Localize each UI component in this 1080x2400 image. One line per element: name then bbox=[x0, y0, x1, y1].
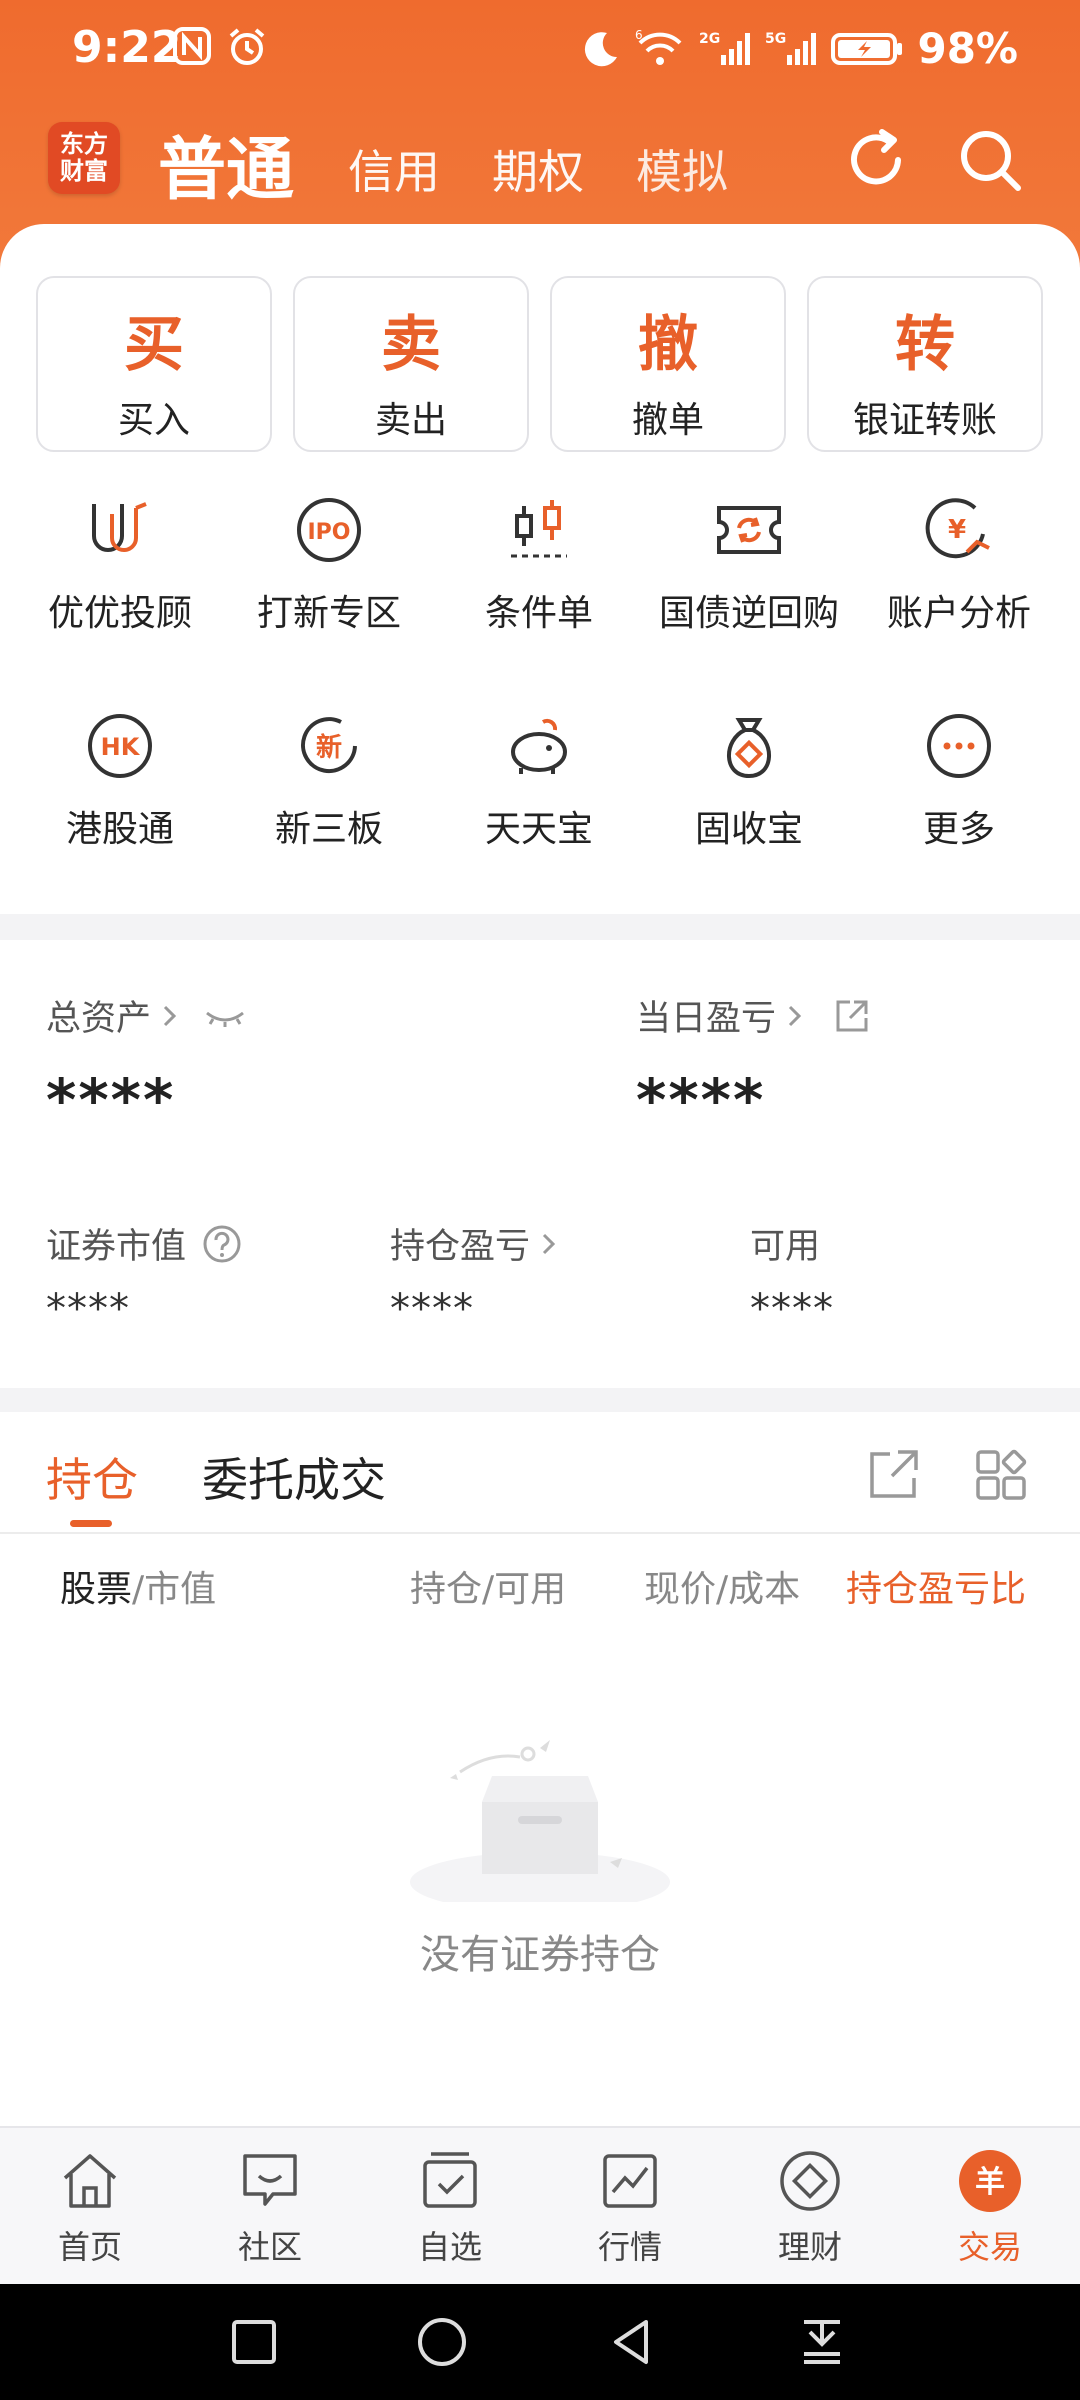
svg-text:5G: 5G bbox=[765, 31, 786, 47]
tab-normal[interactable]: 普通 bbox=[158, 114, 294, 213]
service-conditional-order[interactable]: 条件单 bbox=[439, 494, 639, 636]
tab-options[interactable]: 期权 bbox=[492, 136, 584, 202]
bank-transfer-button[interactable]: 转 银证转账 bbox=[807, 276, 1043, 452]
status-bar: 9:22 6 2G 5G 98% bbox=[0, 0, 1080, 100]
available-label: 可用 bbox=[750, 1227, 821, 1267]
eye-closed-icon[interactable] bbox=[203, 1001, 247, 1031]
trade-icon: 羊 bbox=[959, 2150, 1021, 2212]
svg-text:IPO: IPO bbox=[307, 520, 350, 545]
svg-text:HK: HK bbox=[101, 733, 141, 761]
wealth-icon bbox=[780, 2151, 840, 2211]
tab-orders[interactable]: 委托成交 bbox=[202, 1444, 386, 1510]
sell-button[interactable]: 卖 卖出 bbox=[293, 276, 529, 452]
nav-watchlist[interactable]: 自选 bbox=[360, 2148, 540, 2268]
moon-icon bbox=[585, 31, 618, 66]
home-icon bbox=[63, 2154, 117, 2208]
market-value: **** bbox=[46, 1286, 130, 1332]
column-pl-ratio[interactable]: 持仓盈亏比 bbox=[846, 1560, 1046, 1612]
position-pl-label[interactable]: 持仓盈亏 bbox=[390, 1218, 558, 1269]
home-button-icon[interactable] bbox=[414, 2314, 470, 2370]
holdings-section: 持仓 委托成交 股票/市值 持仓/可用 现价/成本 持仓盈亏比 没有证券持仓 bbox=[0, 1412, 1080, 2127]
candlestick-icon bbox=[511, 500, 567, 558]
system-nav-bar bbox=[0, 2284, 1080, 2400]
battery-icon bbox=[831, 32, 903, 65]
trade-panel: 买 买入 卖 卖出 撤 撤单 转 银证转账 优优投顾 IPO 打新专区 条件单 … bbox=[0, 224, 1080, 914]
cancel-order-button[interactable]: 撤 撤单 bbox=[550, 276, 786, 452]
service-advisor[interactable]: 优优投顾 bbox=[20, 494, 220, 636]
status-time: 9:22 bbox=[72, 22, 182, 73]
new-board-icon: 新 bbox=[301, 717, 357, 773]
tab-indicator bbox=[70, 1520, 112, 1527]
market-icon bbox=[603, 2154, 657, 2208]
account-nav: 东方 财富 普通 信用 期权 模拟 bbox=[0, 110, 1080, 210]
nav-home[interactable]: 首页 bbox=[0, 2148, 180, 2268]
help-icon[interactable] bbox=[202, 1224, 242, 1264]
money-bag-icon bbox=[727, 718, 771, 779]
market-value-label: 证券市值 bbox=[46, 1218, 242, 1269]
total-assets-label[interactable]: 总资产 bbox=[46, 990, 247, 1041]
layout-grid-icon[interactable] bbox=[974, 1446, 1030, 1502]
search-icon[interactable] bbox=[956, 126, 1024, 194]
tab-credit[interactable]: 信用 bbox=[348, 136, 440, 202]
external-link-icon[interactable] bbox=[866, 1446, 922, 1502]
battery-percent: 98% bbox=[917, 24, 1018, 73]
column-price[interactable]: 现价/成本 bbox=[644, 1560, 800, 1612]
back-icon[interactable] bbox=[604, 2314, 660, 2370]
service-new-third-board[interactable]: 新 新三板 bbox=[229, 710, 429, 852]
refresh-icon[interactable] bbox=[842, 126, 910, 194]
buy-button[interactable]: 买 买入 bbox=[36, 276, 272, 452]
hk-icon: HK bbox=[88, 714, 152, 778]
bottom-nav: 首页 社区 自选 行情 理财 羊 交易 bbox=[0, 2126, 1080, 2284]
repo-icon bbox=[717, 506, 781, 554]
nav-trade[interactable]: 羊 交易 bbox=[900, 2148, 1080, 2268]
svg-text:¥: ¥ bbox=[948, 515, 966, 545]
total-assets-value: **** bbox=[46, 1066, 176, 1134]
nav-wealth[interactable]: 理财 bbox=[720, 2148, 900, 2268]
notification-shade-icon[interactable] bbox=[794, 2314, 850, 2370]
nav-community[interactable]: 社区 bbox=[180, 2148, 360, 2268]
service-more[interactable]: 更多 bbox=[859, 710, 1059, 852]
tab-positions[interactable]: 持仓 bbox=[46, 1444, 138, 1510]
empty-box-illustration bbox=[410, 1740, 670, 1902]
service-tiantianbao[interactable]: 天天宝 bbox=[439, 710, 639, 852]
account-analysis-icon: ¥ bbox=[925, 498, 990, 559]
position-pl-value: **** bbox=[390, 1286, 474, 1332]
wifi-icon: 6 bbox=[635, 29, 682, 65]
service-hk-connect[interactable]: HK 港股通 bbox=[20, 710, 220, 852]
advisor-icon bbox=[92, 502, 147, 552]
signal-5g-icon: 5G bbox=[765, 31, 817, 65]
svg-text:2G: 2G bbox=[699, 31, 720, 47]
column-position[interactable]: 持仓/可用 bbox=[410, 1560, 566, 1612]
community-icon bbox=[243, 2154, 297, 2206]
holdings-divider bbox=[0, 1532, 1080, 1534]
service-fixed-income[interactable]: 固收宝 bbox=[649, 710, 849, 852]
watchlist-icon bbox=[423, 2152, 477, 2208]
share-icon[interactable] bbox=[832, 996, 872, 1036]
tab-simulation[interactable]: 模拟 bbox=[636, 136, 728, 202]
more-icon bbox=[927, 714, 991, 778]
nfc-icon bbox=[173, 27, 211, 65]
daily-pl-label[interactable]: 当日盈亏 bbox=[636, 990, 872, 1041]
chevron-right-icon bbox=[163, 1005, 177, 1026]
alarm-icon bbox=[229, 28, 265, 65]
empty-holdings-text: 没有证券持仓 bbox=[420, 1932, 660, 1978]
service-account-analysis[interactable]: ¥ 账户分析 bbox=[859, 494, 1059, 636]
chevron-right-icon bbox=[788, 1005, 802, 1026]
service-treasury-repo[interactable]: 国债逆回购 bbox=[649, 494, 849, 636]
nav-market[interactable]: 行情 bbox=[540, 2148, 720, 2268]
app-logo: 东方 财富 bbox=[48, 122, 120, 194]
column-stock[interactable]: 股票/市值 bbox=[60, 1560, 216, 1612]
svg-text:6: 6 bbox=[635, 29, 643, 42]
asset-summary: 总资产 **** 当日盈亏 **** 证券市值 **** 持仓盈亏 **** 可… bbox=[0, 940, 1080, 1388]
chevron-right-icon bbox=[542, 1233, 556, 1254]
recents-icon[interactable] bbox=[226, 2314, 282, 2370]
service-ipo[interactable]: IPO 打新专区 bbox=[229, 494, 429, 636]
daily-pl-value: **** bbox=[636, 1066, 766, 1134]
available-value: **** bbox=[750, 1286, 834, 1332]
signal-2g-icon: 2G bbox=[699, 31, 751, 65]
piggy-bank-icon bbox=[511, 718, 567, 774]
svg-text:羊: 羊 bbox=[975, 2165, 1005, 2200]
ipo-icon: IPO bbox=[297, 498, 361, 562]
svg-text:新: 新 bbox=[316, 732, 342, 763]
